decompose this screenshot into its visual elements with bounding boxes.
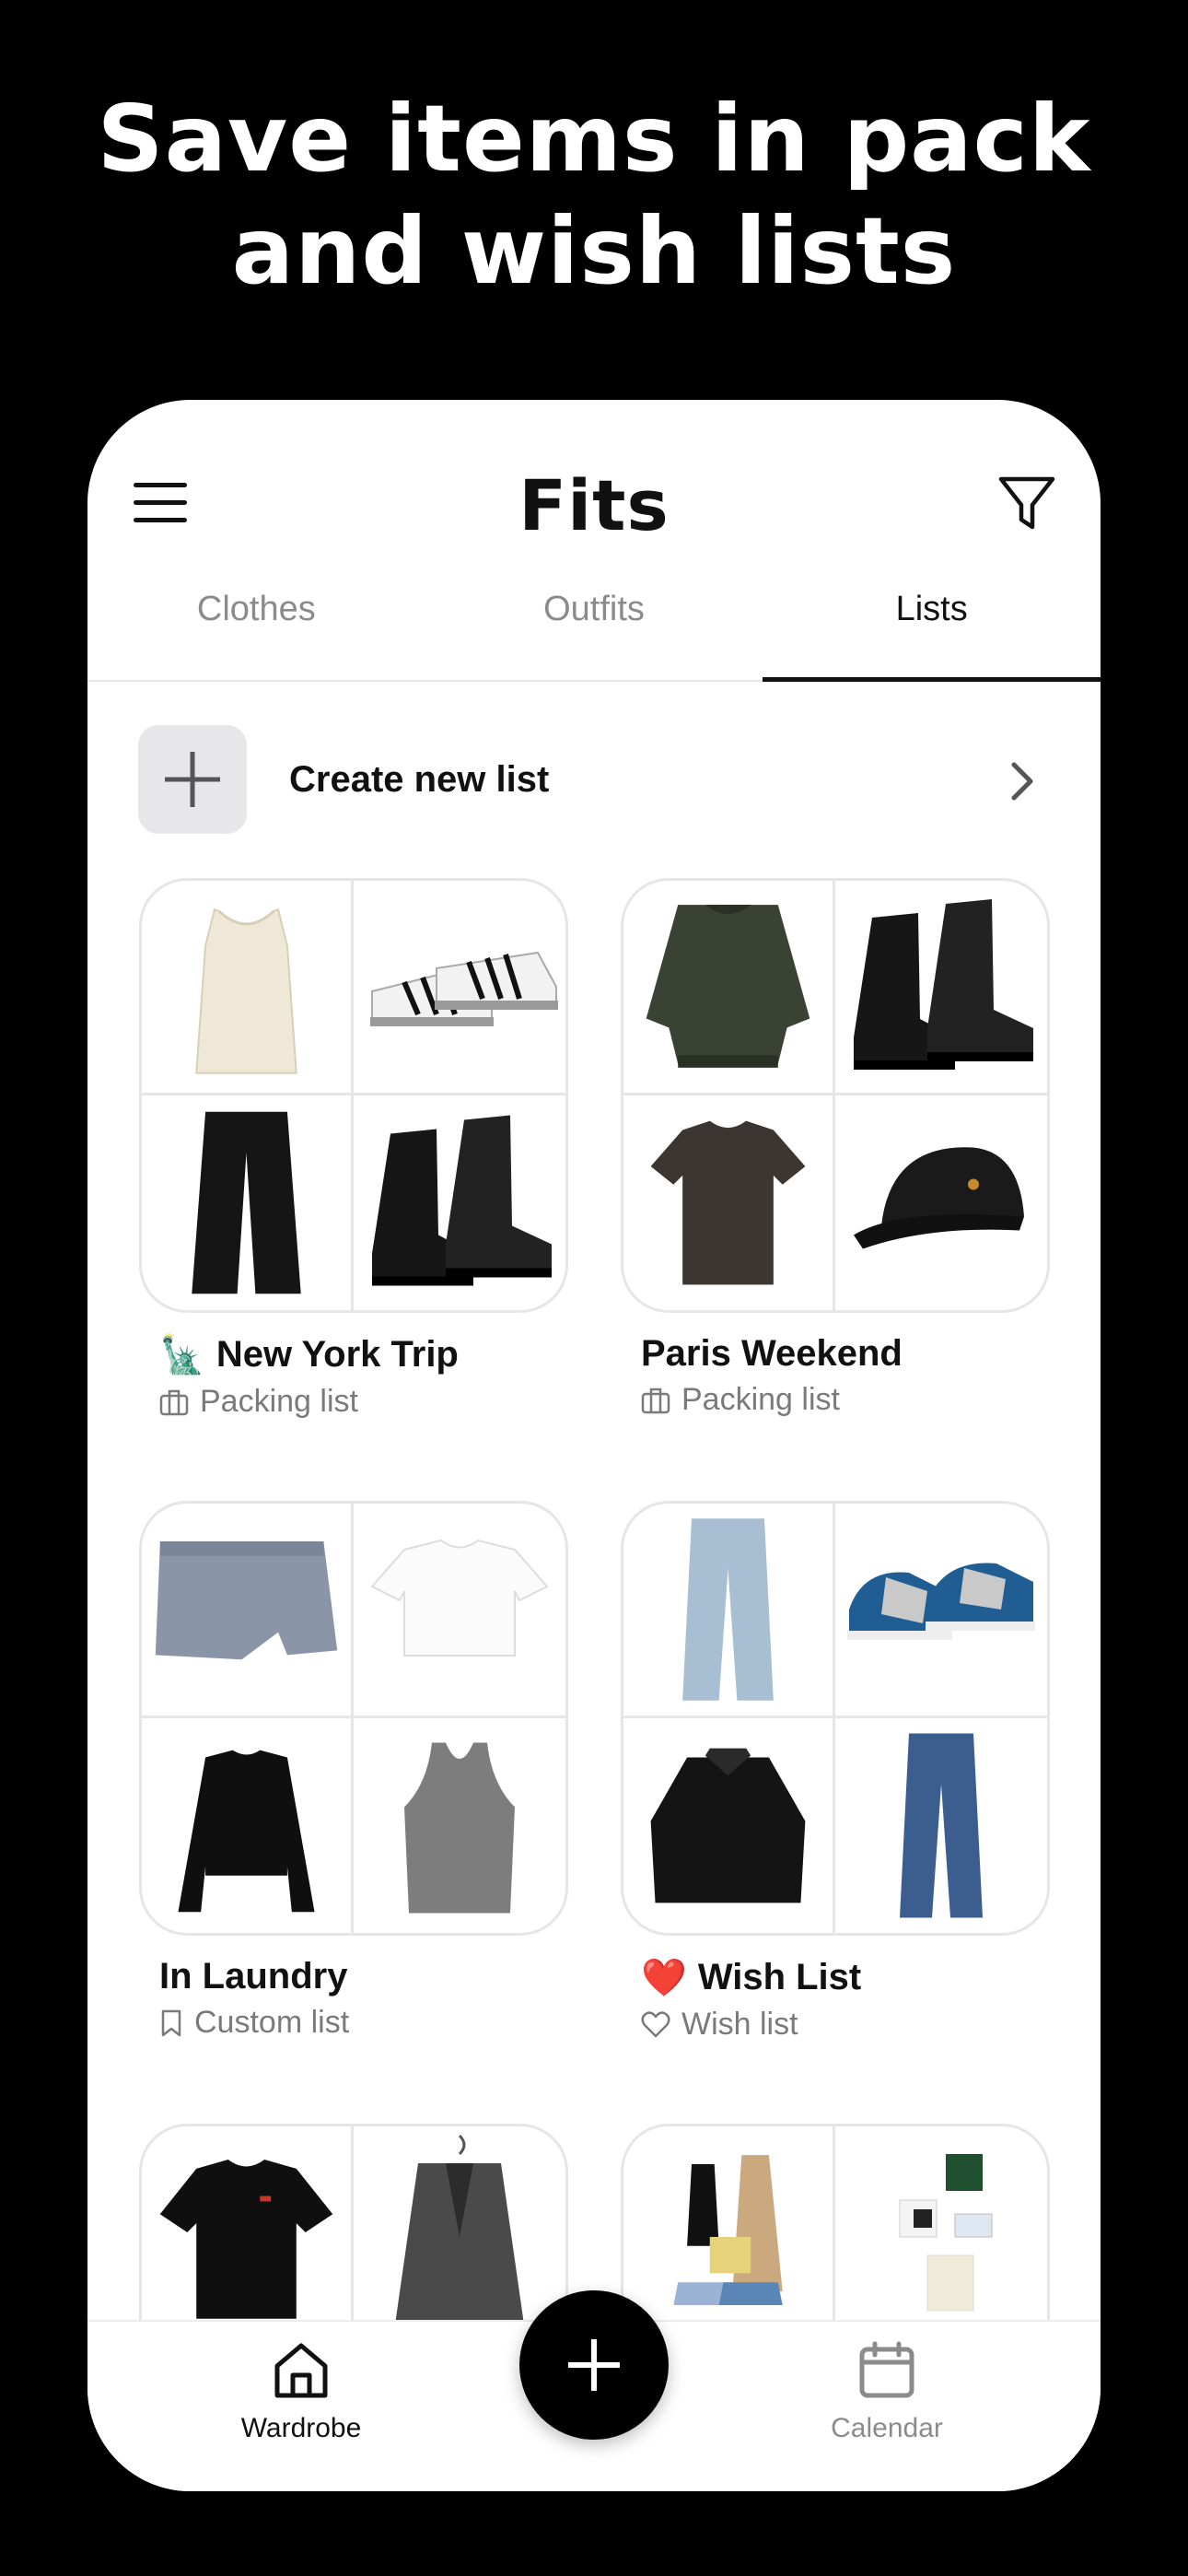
list-name: 🗽 New York Trip — [159, 1333, 568, 1376]
list-type-label: Wish list — [681, 2007, 798, 2042]
list-thumbnail-grid — [139, 878, 568, 1313]
list-thumbnail-grid — [621, 1501, 1050, 1936]
list-title: New York Trip — [215, 1334, 459, 1375]
list-type: Wish list — [641, 2007, 1050, 2043]
item-thumbnail — [354, 881, 565, 1095]
list-title: Wish List — [697, 1957, 862, 1997]
list-card-new-york-trip[interactable]: 🗽 New York Trip Packing list — [139, 878, 568, 1420]
tab-outfits[interactable]: Outfits — [425, 580, 763, 680]
tab-lists[interactable]: Lists — [763, 580, 1101, 682]
list-card-in-laundry[interactable]: In Laundry Custom list — [139, 1501, 568, 2041]
item-thumbnail — [623, 1504, 835, 1718]
item-thumbnail — [835, 1504, 1047, 1718]
list-card-wish-list[interactable]: ❤️ Wish List Wish list — [621, 1501, 1050, 2043]
item-thumbnail — [835, 2126, 1047, 2341]
tab-clothes[interactable]: Clothes — [87, 580, 425, 680]
add-item-button[interactable] — [519, 2290, 669, 2440]
item-thumbnail — [623, 881, 835, 1095]
list-card-paris-weekend[interactable]: Paris Weekend Packing list — [621, 878, 1050, 1418]
heart-icon — [641, 2010, 670, 2037]
list-type-label: Packing list — [200, 1384, 358, 1419]
item-thumbnail — [142, 881, 354, 1095]
list-thumbnail-grid — [621, 878, 1050, 1313]
statue-of-liberty-emoji: 🗽 — [159, 1334, 205, 1376]
list-type: Packing list — [641, 1382, 1050, 1418]
filter-icon[interactable] — [997, 474, 1056, 533]
item-thumbnail — [623, 1095, 835, 1310]
item-thumbnail — [623, 1718, 835, 1933]
nav-wardrobe[interactable]: Wardrobe — [209, 2340, 393, 2444]
item-thumbnail — [142, 1095, 354, 1310]
item-thumbnail — [623, 2126, 835, 2341]
item-thumbnail — [354, 1095, 565, 1310]
promo-headline: Save items in pack and wish lists — [0, 83, 1188, 308]
list-name: In Laundry — [159, 1956, 568, 1997]
chevron-right-icon — [1011, 762, 1033, 801]
list-type: Packing list — [159, 1384, 568, 1420]
create-new-list-button[interactable]: Create new list — [138, 724, 1059, 835]
list-thumbnail-grid — [139, 1501, 568, 1936]
headline-line-1: Save items in pack — [97, 85, 1091, 193]
home-icon — [274, 2343, 328, 2398]
bookmark-icon — [161, 2009, 181, 2036]
list-type: Custom list — [159, 2005, 568, 2041]
item-thumbnail — [142, 1718, 354, 1933]
heart-emoji: ❤️ — [641, 1957, 687, 1999]
list-title: In Laundry — [159, 1956, 348, 1996]
nav-calendar[interactable]: Calendar — [795, 2340, 979, 2444]
item-thumbnail — [835, 1095, 1047, 1310]
item-thumbnail — [354, 1718, 565, 1933]
suitcase-icon — [641, 1388, 670, 1413]
item-thumbnail — [142, 2126, 354, 2341]
list-title: Paris Weekend — [641, 1333, 903, 1374]
create-new-list-label: Create new list — [289, 758, 550, 800]
plus-icon — [138, 725, 247, 834]
app-title: Fits — [518, 464, 670, 546]
list-type-label: Packing list — [681, 1382, 840, 1417]
calendar-icon — [859, 2341, 914, 2398]
item-thumbnail — [835, 1718, 1047, 1933]
tab-bar: Clothes Outfits Lists — [87, 580, 1101, 682]
headline-line-2: and wish lists — [231, 197, 957, 305]
nav-wardrobe-label: Wardrobe — [240, 2413, 362, 2443]
item-thumbnail — [354, 1504, 565, 1718]
suitcase-icon — [159, 1389, 189, 1415]
item-thumbnail — [354, 2126, 565, 2341]
nav-calendar-label: Calendar — [831, 2413, 943, 2443]
item-thumbnail — [835, 881, 1047, 1095]
list-type-label: Custom list — [194, 2005, 350, 2040]
list-name: Paris Weekend — [641, 1333, 1050, 1375]
app-screen: Fits Clothes Outfits Lists Create new li… — [87, 400, 1101, 2491]
bottom-nav-bar: Wardrobe Calendar — [87, 2290, 1101, 2491]
list-name: ❤️ Wish List — [641, 1956, 1050, 1999]
item-thumbnail — [142, 1504, 354, 1718]
